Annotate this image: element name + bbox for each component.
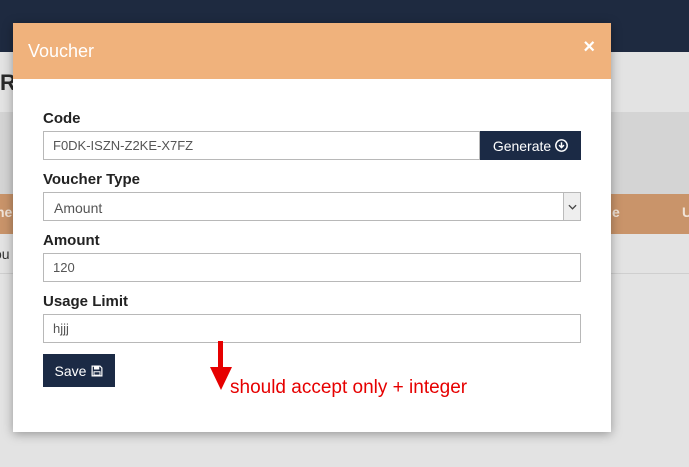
table-header-cell: e <box>612 204 620 220</box>
voucher-type-label: Voucher Type <box>43 171 140 188</box>
code-label: Code <box>43 110 81 127</box>
voucher-type-selected: Amount <box>54 200 103 216</box>
close-icon[interactable]: × <box>583 36 595 59</box>
modal-title: Voucher <box>28 41 95 61</box>
chevron-down-icon <box>563 193 580 220</box>
save-button[interactable]: Save <box>43 354 115 387</box>
generate-button[interactable]: Generate <box>480 131 581 160</box>
generate-button-label: Generate <box>492 137 552 154</box>
modal-header: Voucher × <box>13 23 611 79</box>
table-header-cell: U <box>682 204 689 220</box>
voucher-type-select[interactable]: Amount <box>43 192 581 221</box>
save-button-label: Save <box>54 362 87 379</box>
table-cell: ou <box>0 246 10 262</box>
code-input[interactable]: F0DK-ISZN-Z2KE-X7FZ <box>43 131 480 160</box>
usage-limit-label: Usage Limit <box>43 293 129 310</box>
usage-limit-input[interactable]: hjjj <box>43 314 581 343</box>
voucher-modal: Voucher × Code F0DK-ISZN-Z2KE-X7FZ Gener… <box>13 23 611 432</box>
annotation-note: should accept only + integer <box>230 377 468 398</box>
table-header-cell: ne <box>0 204 13 220</box>
floppy-disk-icon <box>91 365 103 376</box>
amount-label: Amount <box>43 232 100 249</box>
download-circle-icon <box>555 139 569 152</box>
amount-input[interactable]: 120 <box>43 253 581 282</box>
